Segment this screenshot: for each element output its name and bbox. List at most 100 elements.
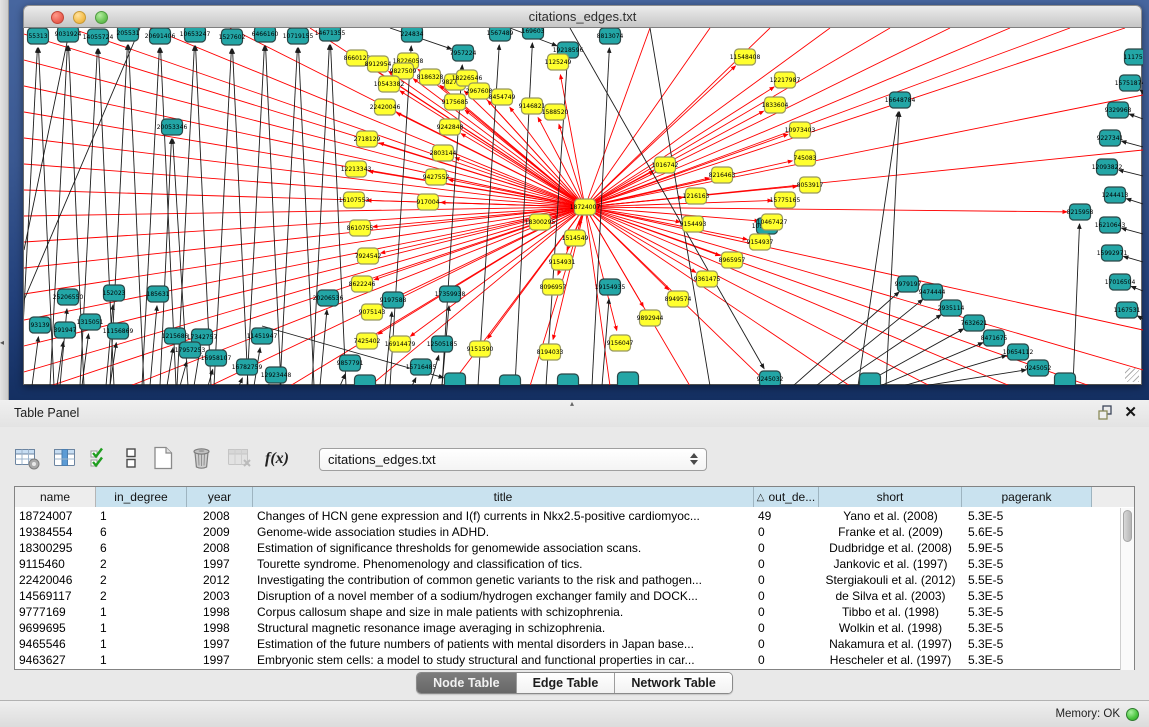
table-cell[interactable]: Hescheler et al. (1997)	[819, 653, 962, 667]
table-cell[interactable]: Changes of HCN gene expression and I(f) …	[253, 509, 754, 523]
graph-node[interactable]: 7957224	[450, 45, 477, 61]
table-cell[interactable]: Tourette syndrome. Phenomenology and cla…	[253, 557, 754, 571]
graph-node[interactable]: 9245032	[757, 371, 784, 385]
window-close-button[interactable]	[51, 11, 64, 24]
table-cell[interactable]: 5.3E-5	[962, 509, 1092, 523]
table-cell[interactable]: 0	[754, 653, 819, 667]
table-cell[interactable]: 2003	[187, 589, 253, 603]
graph-node[interactable]	[355, 375, 376, 385]
graph-node[interactable]: 9227341	[1097, 130, 1124, 146]
graph-node[interactable]: 8813074	[597, 28, 624, 44]
graph-node-selected[interactable]: 9154937	[747, 234, 774, 250]
graph-node[interactable]: 17016504	[1105, 274, 1136, 290]
graph-node-selected[interactable]: 12213343	[341, 161, 372, 177]
graph-node-selected[interactable]: 8912954	[365, 56, 392, 72]
graph-node-selected[interactable]: 9361475	[694, 271, 721, 287]
graph-node-selected[interactable]: 1125249	[545, 54, 572, 70]
graph-node[interactable]: 20691406	[145, 28, 176, 44]
delete-column-icon[interactable]	[188, 445, 215, 474]
graph-node-selected[interactable]: 15775165	[770, 192, 801, 208]
graph-node-selected[interactable]: 8610755	[347, 220, 374, 236]
column-header-title[interactable]: title	[253, 487, 754, 507]
table-cell[interactable]: 0	[754, 637, 819, 651]
table-cell[interactable]: 9777169	[15, 605, 96, 619]
graph-node[interactable]: 19154935	[595, 279, 626, 295]
tab-edge-table[interactable]: Edge Table	[517, 673, 616, 693]
graph-node[interactable]: 16648784	[885, 92, 916, 108]
graph-node[interactable]: 11156869	[103, 323, 134, 339]
tab-network-table[interactable]: Network Table	[615, 673, 732, 693]
table-cell[interactable]: Embryonic stem cells: a model to study s…	[253, 653, 754, 667]
graph-node[interactable]	[500, 375, 521, 385]
graph-node-selected[interactable]: 22420046	[370, 99, 401, 115]
table-cell[interactable]: 14569117	[15, 589, 96, 603]
table-cell[interactable]: Estimation of the future numbers of pati…	[253, 637, 754, 651]
table-cell[interactable]: 1998	[187, 605, 253, 619]
graph-node[interactable]: 12923448	[261, 367, 292, 383]
graph-node[interactable]	[445, 373, 466, 385]
table-cell[interactable]: 9465546	[15, 637, 96, 651]
table-cell[interactable]: 2	[96, 573, 187, 587]
graph-node-selected[interactable]: 2718129	[354, 131, 381, 147]
table-cell[interactable]: 9115460	[15, 557, 96, 571]
table-row[interactable]: 1938455462009Genome-wide association stu…	[15, 524, 1121, 540]
graph-node[interactable]	[558, 374, 579, 385]
graph-node-selected[interactable]: 8965957	[719, 252, 746, 268]
graph-node-selected[interactable]: 9156047	[607, 335, 634, 351]
graph-node-selected[interactable]: 8216463	[709, 167, 736, 183]
table-cell[interactable]: Yano et al. (2008)	[819, 509, 962, 523]
graph-node-selected[interactable]: 745083	[794, 150, 817, 166]
table-cell[interactable]: 5.3E-5	[962, 605, 1092, 619]
table-cell[interactable]: 2008	[187, 541, 253, 555]
graph-node[interactable]: 20053346	[157, 119, 188, 135]
table-cell[interactable]: 1	[96, 509, 187, 523]
graph-node-selected[interactable]: 8186328	[417, 69, 444, 85]
graph-node[interactable]: 1244413	[1102, 187, 1129, 203]
create-column-icon[interactable]	[151, 445, 176, 474]
table-cell[interactable]: 6	[96, 525, 187, 539]
graph-node-selected[interactable]: 1216163	[683, 188, 710, 204]
window-zoom-button[interactable]	[95, 11, 108, 24]
graph-node[interactable]: 9245052	[1025, 360, 1052, 376]
table-cell[interactable]: 0	[754, 541, 819, 555]
graph-node[interactable]: 11451947	[247, 328, 278, 344]
show-columns-icon[interactable]	[53, 446, 77, 473]
graph-node[interactable]: 205531	[117, 28, 140, 41]
table-cell[interactable]: 5.6E-5	[962, 525, 1092, 539]
float-panel-icon[interactable]	[1098, 405, 1113, 425]
table-cell[interactable]: Structural magnetic resonance image aver…	[253, 621, 754, 635]
table-cell[interactable]: 2009	[187, 525, 253, 539]
table-row[interactable]: 1830029562008Estimation of significance …	[15, 540, 1121, 556]
table-cell[interactable]: 22420046	[15, 573, 96, 587]
table-row[interactable]: 1872400712008Changes of HCN gene express…	[15, 508, 1121, 524]
graph-node-selected[interactable]: 8194033	[537, 344, 564, 360]
graph-node-selected[interactable]: 1514549	[562, 230, 589, 246]
graph-node[interactable]: 10719155	[283, 28, 314, 44]
tab-node-table[interactable]: Node Table	[417, 673, 516, 693]
table-cell[interactable]: 2008	[187, 509, 253, 523]
graph-node-selected[interactable]: 9427552	[423, 169, 450, 185]
graph-node[interactable]: 55313	[28, 28, 49, 44]
table-cell[interactable]: 0	[754, 589, 819, 603]
graph-node-selected[interactable]: 7425402	[354, 333, 381, 349]
graph-node[interactable]: 93139	[30, 317, 51, 333]
graph-node[interactable]: 169603	[522, 28, 545, 39]
graph-node[interactable]: 9979197	[895, 276, 922, 292]
graph-node-selected[interactable]: 1016742	[652, 157, 679, 173]
table-row[interactable]: 969969511998Structural magnetic resonanc…	[15, 620, 1121, 636]
graph-node-selected[interactable]: 9151590	[467, 341, 494, 357]
table-row[interactable]: 1456911722003Disruption of a novel membe…	[15, 588, 1121, 604]
graph-node[interactable]: 1527602	[219, 29, 246, 45]
graph-node[interactable]: 8471675	[981, 330, 1008, 346]
table-cell[interactable]: 18300295	[15, 541, 96, 555]
graph-node[interactable]: 16210643	[1095, 217, 1126, 233]
table-cell[interactable]: 5.3E-5	[962, 637, 1092, 651]
graph-node-selected[interactable]: 9892944	[637, 310, 664, 326]
table-cell[interactable]: de Silva et al. (2003)	[819, 589, 962, 603]
graph-node[interactable]	[1055, 373, 1076, 385]
graph-node-selected[interactable]: 8454749	[489, 89, 516, 105]
table-cell[interactable]: 19384554	[15, 525, 96, 539]
row-height-icon[interactable]	[123, 446, 139, 473]
table-cell[interactable]: Disruption of a novel member of a sodium…	[253, 589, 754, 603]
graph-node[interactable]: 25206550	[53, 289, 84, 305]
